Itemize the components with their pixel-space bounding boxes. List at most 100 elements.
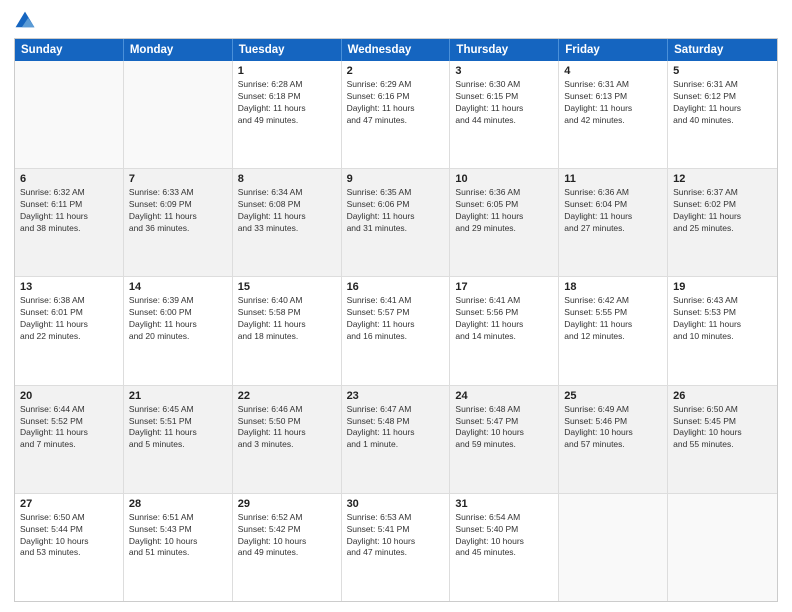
cell-info-line: Sunrise: 6:42 AM [564, 295, 662, 307]
cal-cell: 21Sunrise: 6:45 AMSunset: 5:51 PMDayligh… [124, 386, 233, 493]
cell-info-line: and 27 minutes. [564, 223, 662, 235]
cal-cell: 26Sunrise: 6:50 AMSunset: 5:45 PMDayligh… [668, 386, 777, 493]
cell-info-line: Sunset: 6:02 PM [673, 199, 772, 211]
cell-info-line: and 36 minutes. [129, 223, 227, 235]
cell-info-line: Sunrise: 6:30 AM [455, 79, 553, 91]
cal-cell: 10Sunrise: 6:36 AMSunset: 6:05 PMDayligh… [450, 169, 559, 276]
cal-cell: 11Sunrise: 6:36 AMSunset: 6:04 PMDayligh… [559, 169, 668, 276]
cell-info-line: Sunrise: 6:33 AM [129, 187, 227, 199]
cell-info-line: Sunrise: 6:31 AM [673, 79, 772, 91]
cell-info-line: Sunrise: 6:49 AM [564, 404, 662, 416]
cell-info-line: and 10 minutes. [673, 331, 772, 343]
week-row-4: 20Sunrise: 6:44 AMSunset: 5:52 PMDayligh… [15, 385, 777, 493]
cell-info-line: Daylight: 10 hours [455, 427, 553, 439]
cell-info-line: Sunset: 5:57 PM [347, 307, 445, 319]
cell-info-line: Sunrise: 6:40 AM [238, 295, 336, 307]
cell-info-line: and 20 minutes. [129, 331, 227, 343]
cell-info-line: Sunrise: 6:47 AM [347, 404, 445, 416]
cell-info-line: Sunset: 5:56 PM [455, 307, 553, 319]
cell-info-line: Sunrise: 6:41 AM [347, 295, 445, 307]
cell-info-line: Sunset: 6:15 PM [455, 91, 553, 103]
page: SundayMondayTuesdayWednesdayThursdayFrid… [0, 0, 792, 612]
cell-info-line: Daylight: 10 hours [564, 427, 662, 439]
cell-info-line: and 53 minutes. [20, 547, 118, 559]
header-friday: Friday [559, 39, 668, 61]
cell-info-line: and 5 minutes. [129, 439, 227, 451]
cell-info-line: Sunrise: 6:51 AM [129, 512, 227, 524]
day-number: 1 [238, 65, 336, 77]
calendar-header: SundayMondayTuesdayWednesdayThursdayFrid… [15, 39, 777, 61]
cell-info-line: Daylight: 11 hours [564, 211, 662, 223]
cell-info-line: Sunset: 6:12 PM [673, 91, 772, 103]
cell-info-line: Daylight: 10 hours [20, 536, 118, 548]
cell-info-line: and 12 minutes. [564, 331, 662, 343]
day-number: 22 [238, 390, 336, 402]
cal-cell: 31Sunrise: 6:54 AMSunset: 5:40 PMDayligh… [450, 494, 559, 601]
cell-info-line: Sunset: 6:01 PM [20, 307, 118, 319]
day-number: 2 [347, 65, 445, 77]
cell-info-line: and 7 minutes. [20, 439, 118, 451]
cell-info-line: Sunrise: 6:36 AM [564, 187, 662, 199]
header-thursday: Thursday [450, 39, 559, 61]
cell-info-line: and 25 minutes. [673, 223, 772, 235]
cell-info-line: and 49 minutes. [238, 115, 336, 127]
day-number: 18 [564, 281, 662, 293]
cell-info-line: Sunrise: 6:36 AM [455, 187, 553, 199]
cell-info-line: Daylight: 11 hours [347, 103, 445, 115]
header-saturday: Saturday [668, 39, 777, 61]
day-number: 20 [20, 390, 118, 402]
cal-cell: 9Sunrise: 6:35 AMSunset: 6:06 PMDaylight… [342, 169, 451, 276]
cell-info-line: Sunrise: 6:32 AM [20, 187, 118, 199]
header-wednesday: Wednesday [342, 39, 451, 61]
day-number: 21 [129, 390, 227, 402]
cell-info-line: Sunrise: 6:34 AM [238, 187, 336, 199]
cell-info-line: and 38 minutes. [20, 223, 118, 235]
cell-info-line: Daylight: 11 hours [347, 319, 445, 331]
cell-info-line: Sunrise: 6:43 AM [673, 295, 772, 307]
cell-info-line: and 47 minutes. [347, 547, 445, 559]
cell-info-line: and 31 minutes. [347, 223, 445, 235]
cal-cell: 13Sunrise: 6:38 AMSunset: 6:01 PMDayligh… [15, 277, 124, 384]
week-row-5: 27Sunrise: 6:50 AMSunset: 5:44 PMDayligh… [15, 493, 777, 601]
cell-info-line: Sunrise: 6:48 AM [455, 404, 553, 416]
header-tuesday: Tuesday [233, 39, 342, 61]
cell-info-line: Daylight: 11 hours [673, 103, 772, 115]
cell-info-line: Sunrise: 6:41 AM [455, 295, 553, 307]
cell-info-line: Sunset: 6:16 PM [347, 91, 445, 103]
cal-cell: 27Sunrise: 6:50 AMSunset: 5:44 PMDayligh… [15, 494, 124, 601]
day-number: 9 [347, 173, 445, 185]
cell-info-line: Daylight: 11 hours [20, 319, 118, 331]
cell-info-line: Daylight: 11 hours [238, 103, 336, 115]
cal-cell: 12Sunrise: 6:37 AMSunset: 6:02 PMDayligh… [668, 169, 777, 276]
cell-info-line: and 22 minutes. [20, 331, 118, 343]
cell-info-line: and 42 minutes. [564, 115, 662, 127]
cell-info-line: Daylight: 11 hours [564, 103, 662, 115]
cell-info-line: and 51 minutes. [129, 547, 227, 559]
cell-info-line: Sunset: 5:44 PM [20, 524, 118, 536]
cell-info-line: Daylight: 11 hours [129, 427, 227, 439]
day-number: 24 [455, 390, 553, 402]
cell-info-line: Sunset: 5:53 PM [673, 307, 772, 319]
day-number: 26 [673, 390, 772, 402]
cell-info-line: Sunset: 5:45 PM [673, 416, 772, 428]
cal-cell: 6Sunrise: 6:32 AMSunset: 6:11 PMDaylight… [15, 169, 124, 276]
day-number: 31 [455, 498, 553, 510]
cell-info-line: Sunset: 6:06 PM [347, 199, 445, 211]
day-number: 3 [455, 65, 553, 77]
cell-info-line: Sunset: 6:11 PM [20, 199, 118, 211]
cell-info-line: Sunset: 5:48 PM [347, 416, 445, 428]
cell-info-line: Sunrise: 6:45 AM [129, 404, 227, 416]
header-sunday: Sunday [15, 39, 124, 61]
cell-info-line: Sunset: 5:50 PM [238, 416, 336, 428]
cell-info-line: and 59 minutes. [455, 439, 553, 451]
cell-info-line: and 49 minutes. [238, 547, 336, 559]
cell-info-line: Sunset: 6:08 PM [238, 199, 336, 211]
day-number: 15 [238, 281, 336, 293]
cal-cell: 16Sunrise: 6:41 AMSunset: 5:57 PMDayligh… [342, 277, 451, 384]
cal-cell: 30Sunrise: 6:53 AMSunset: 5:41 PMDayligh… [342, 494, 451, 601]
day-number: 8 [238, 173, 336, 185]
cell-info-line: Sunrise: 6:50 AM [20, 512, 118, 524]
cell-info-line: Sunset: 6:00 PM [129, 307, 227, 319]
cal-cell: 3Sunrise: 6:30 AMSunset: 6:15 PMDaylight… [450, 61, 559, 168]
cell-info-line: and 40 minutes. [673, 115, 772, 127]
